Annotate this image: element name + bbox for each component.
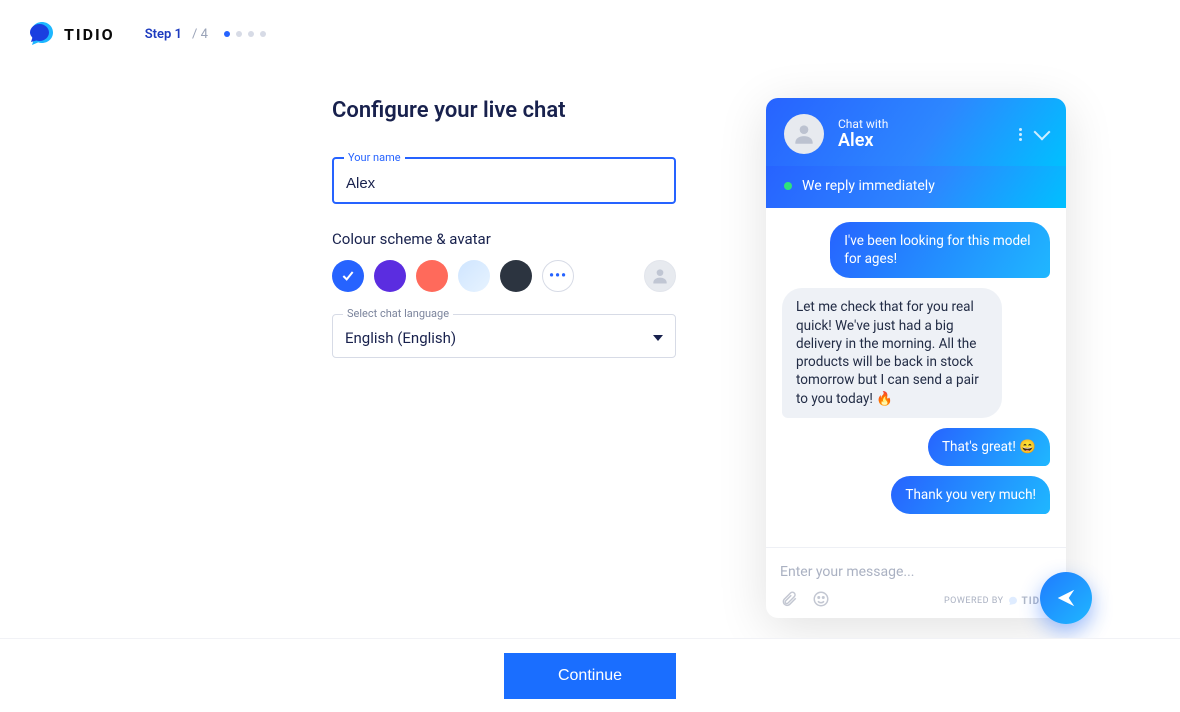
name-field-label: Your name [344,151,405,164]
emoji-icon[interactable] [812,590,830,612]
colour-swatch[interactable] [458,260,490,292]
attachment-icon[interactable] [780,590,798,612]
config-form: Configure your live chat Your name Colou… [332,98,676,618]
footer: Continue [0,638,1180,712]
chevron-down-icon [653,335,663,341]
step-current: Step 1 [145,27,182,42]
colour-swatch[interactable] [416,260,448,292]
user-message: Thank you very much! [891,476,1050,514]
collapse-icon[interactable] [1034,124,1051,141]
header: TIDIO Step 1 / 4 [0,0,1180,68]
name-field[interactable]: Your name [332,157,676,204]
avatar-icon [784,114,824,154]
step-dot [224,31,230,37]
chat-header-small: Chat with [838,117,888,131]
user-message: That's great! 😄 [928,428,1050,466]
language-select-label: Select chat language [343,307,453,320]
chat-banner: We reply immediately [766,166,1066,208]
chat-banner-text: We reply immediately [802,178,935,194]
powered-by: POWERED BY TIDIO [944,596,1052,607]
step-total: / 4 [192,27,208,42]
chat-preview: Chat with Alex We reply immediately I've… [766,98,1066,618]
step-dot [236,31,242,37]
kebab-icon[interactable] [1019,128,1022,141]
name-input[interactable] [346,175,662,192]
chat-header-name: Alex [838,131,888,151]
composer-input[interactable]: Enter your message... [780,558,1052,590]
online-dot-icon [784,182,792,190]
colour-section-label: Colour scheme & avatar [332,230,676,248]
chat-messages: I've been looking for this model for age… [766,208,1066,547]
step-dots [224,31,266,37]
step-dot [260,31,266,37]
agent-message: Let me check that for you real quick! We… [782,288,1002,417]
logo: TIDIO [28,20,115,48]
step-dot [248,31,254,37]
step-indicator: Step 1 / 4 [145,27,266,42]
chat-preview-wrap: Chat with Alex We reply immediately I've… [766,98,1066,618]
send-button[interactable] [1040,572,1092,624]
language-select[interactable]: Select chat language English (English) [332,314,676,358]
colour-swatches: ••• [332,260,676,292]
chat-composer: Enter your message... POWERED BY TIDIO [766,547,1066,618]
avatar-picker[interactable] [644,260,676,292]
user-message: I've been looking for this model for age… [830,222,1050,278]
colour-swatch[interactable] [374,260,406,292]
colour-swatch[interactable] [332,260,364,292]
page-title: Configure your live chat [332,98,676,123]
logo-text: TIDIO [64,25,115,44]
continue-button[interactable]: Continue [504,653,676,699]
colour-swatch[interactable] [500,260,532,292]
chat-header: Chat with Alex [766,98,1066,166]
language-select-value: English (English) [345,329,456,347]
colour-more-button[interactable]: ••• [542,260,574,292]
tidio-logo-icon [28,20,56,48]
